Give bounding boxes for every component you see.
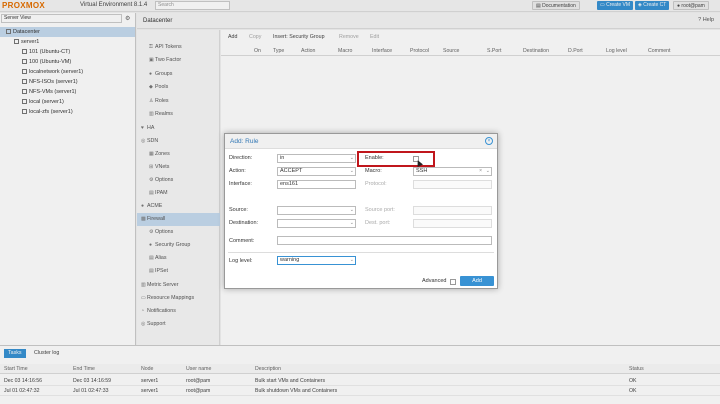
chevron-down-icon: ⌄ [485, 168, 490, 174]
action-label: Action: [229, 168, 246, 174]
dialog-add-button[interactable]: Add [460, 276, 494, 286]
source-port-input[interactable] [413, 206, 492, 215]
destination-select[interactable]: ⌄ [277, 219, 356, 228]
dialog-title: Add: Rule [230, 138, 259, 145]
advanced-checkbox[interactable] [450, 279, 456, 285]
macro-select[interactable]: SSH × ⌄ [413, 167, 492, 176]
chevron-down-icon: ⌄ [349, 168, 354, 174]
log-level-value: warning [280, 257, 300, 263]
macro-label: Macro: [365, 168, 382, 174]
action-select[interactable]: ACCEPT ⌄ [277, 167, 356, 176]
comment-label: Comment: [229, 238, 255, 244]
highlight-box [357, 151, 435, 167]
source-select[interactable]: ⌄ [277, 206, 356, 215]
interface-input[interactable]: ens161 [277, 180, 356, 189]
advanced-label: Advanced [422, 278, 447, 284]
log-level-select[interactable]: warning ⌄ [277, 256, 356, 265]
source-label: Source: [229, 207, 248, 213]
direction-value: in [280, 155, 285, 161]
chevron-down-icon: ⌄ [349, 257, 354, 263]
action-value: ACCEPT [280, 168, 303, 174]
close-icon[interactable]: × [485, 137, 493, 145]
divider [228, 252, 494, 253]
protocol-label: Protocol: [365, 181, 387, 187]
clear-icon[interactable]: × [479, 168, 482, 175]
source-port-label: Source port: [365, 207, 395, 213]
dest-port-label: Dest. port: [365, 220, 391, 226]
dialog-header: Add: Rule × [225, 134, 497, 149]
dest-port-input[interactable] [413, 219, 492, 228]
chevron-down-icon: ⌄ [349, 220, 354, 226]
interface-label: Interface: [229, 181, 252, 187]
comment-input[interactable] [277, 236, 492, 245]
direction-label: Direction: [229, 155, 253, 161]
log-level-label: Log level: [229, 258, 253, 264]
chevron-down-icon: ⌄ [349, 207, 354, 213]
chevron-down-icon: ⌄ [349, 155, 354, 161]
macro-value: SSH [416, 168, 428, 174]
destination-label: Destination: [229, 220, 259, 226]
direction-select[interactable]: in ⌄ [277, 154, 356, 163]
protocol-select[interactable] [413, 180, 492, 189]
